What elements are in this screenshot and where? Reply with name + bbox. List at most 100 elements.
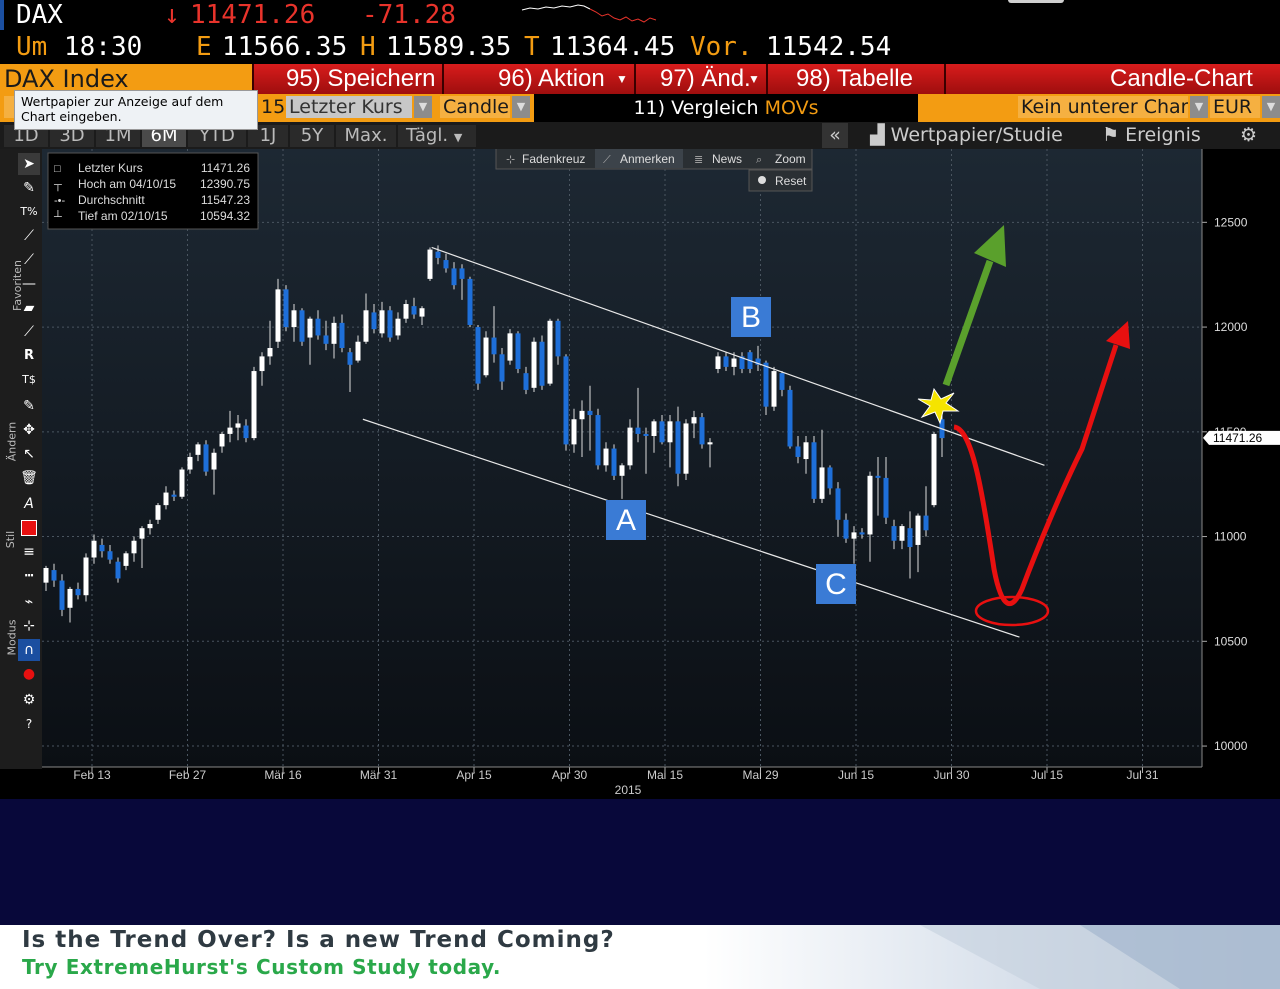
line-style-icon[interactable]: ┅ (18, 565, 40, 587)
candle-body (667, 421, 673, 443)
ad-banner[interactable]: Is the Trend Over? Is a new Trend Coming… (0, 925, 1280, 989)
news-button[interactable]: ≣ News (694, 152, 742, 166)
ad-headline: Is the Trend Over? Is a new Trend Coming… (22, 927, 615, 953)
candle-body (139, 528, 145, 539)
candle-body (907, 528, 913, 548)
annotate-label: Anmerken (620, 152, 675, 166)
period-max-button[interactable]: Max. (336, 125, 396, 147)
compare-button[interactable]: 11) Vergleich MOVs (534, 94, 918, 122)
edit-tool-icon[interactable]: ✎ (18, 395, 40, 417)
color-swatch-icon[interactable] (18, 517, 40, 539)
candle-body (379, 310, 385, 334)
line-weight-icon[interactable]: ≡ (18, 541, 40, 563)
ticker-symbol: DAX (16, 0, 63, 30)
save-button[interactable]: 95) Speichern (286, 64, 435, 94)
annotate-icon: ⟋ (603, 153, 611, 166)
candle-body (691, 417, 697, 424)
candle-body (123, 553, 129, 566)
date-field-suffix[interactable]: 15 (258, 96, 284, 118)
candle (515, 331, 521, 374)
candle-body (547, 320, 553, 384)
header-handle[interactable] (1008, 0, 1064, 3)
candle (427, 247, 433, 281)
select-tool-icon[interactable]: ↖ (18, 443, 40, 465)
security-tooltip: Wertpapier zur Anzeige auf dem Chart ein… (14, 90, 258, 130)
candle-body (339, 322, 345, 349)
label-c-text: C (825, 568, 847, 601)
percent-tool-icon[interactable]: T% (18, 201, 40, 223)
help-icon[interactable]: ? (18, 713, 40, 735)
candle (483, 331, 489, 378)
events-button[interactable]: ⚑ Ereignis (1102, 123, 1201, 148)
price-field-dropdown-icon[interactable]: ▼ (414, 96, 432, 118)
candle-body (811, 442, 817, 499)
price-field-select[interactable]: Letzter Kurs (286, 96, 412, 118)
arrow-line-tool-icon[interactable]: ⟋ (18, 321, 40, 343)
crosshair-mode-icon[interactable]: ⊹ (18, 615, 40, 637)
candle-body (315, 318, 321, 336)
candle-body (331, 322, 337, 344)
currency-select[interactable]: EUR (1210, 96, 1260, 118)
price-tool-icon[interactable]: T$ (18, 369, 40, 391)
settings-gear-icon[interactable]: ⚙ (18, 689, 40, 711)
pointer-tool-icon[interactable]: ➤ (18, 153, 40, 175)
candle-body (491, 337, 497, 355)
candle (467, 276, 473, 328)
open-value: 11566.35 (222, 32, 348, 62)
y-tick-label: 12000 (1214, 320, 1248, 334)
candle (771, 366, 777, 411)
action-button[interactable]: 96) Aktion (498, 64, 605, 94)
news-icon: ≣ (694, 153, 703, 166)
mode-section-label: Modus (5, 619, 19, 656)
candle-body (235, 423, 241, 428)
action-dropdown-icon[interactable]: ▼ (616, 64, 628, 94)
lower-chart-select[interactable]: Kein unterer Chart (1018, 96, 1188, 118)
security-study-button[interactable]: ▟ Wertpapier/Studie (870, 123, 1063, 148)
candle-body (219, 433, 225, 447)
candle-body (371, 312, 377, 330)
style-dropdown-icon[interactable]: ▼ (512, 96, 530, 118)
magnet-mode-icon[interactable]: ∩ (18, 639, 40, 661)
gear-icon[interactable]: ⚙ (1240, 123, 1257, 148)
retracement-tool-icon[interactable]: R (18, 345, 40, 367)
favorites-section-label: Favoriten (10, 260, 24, 311)
candle-body (323, 335, 329, 344)
candle-body (243, 425, 249, 439)
compare-movs: MOVs (764, 97, 819, 119)
ad-subline[interactable]: Try ExtremeHurst's Custom Study today. (22, 955, 501, 979)
move-tool-icon[interactable]: ✥ (18, 419, 40, 441)
legend-box: □ Letzter Kurs 11471.26 ┬ Hoch am 04/10/15 12… (47, 152, 259, 230)
candle-body (347, 352, 353, 365)
candle (251, 366, 257, 441)
period-5y-button[interactable]: 5Y (290, 125, 334, 147)
candle-body (203, 444, 209, 472)
currency-dropdown-icon[interactable]: ▼ (1262, 96, 1280, 118)
collapse-button[interactable]: « (822, 123, 848, 148)
legend-marker-icon: ┴ (53, 209, 62, 223)
style-select[interactable]: Candle (440, 96, 510, 118)
candle-body (75, 588, 81, 596)
trendline-tool-icon[interactable]: ⟋ (18, 225, 40, 247)
candlestick-chart[interactable]: 100001050011000115001200012500 Feb 13Feb… (42, 149, 1280, 799)
eraser-tool-icon[interactable]: ⌁ (18, 591, 40, 613)
candle-body (915, 515, 921, 545)
palette-colors-icon[interactable]: ● (18, 663, 40, 685)
text-style-icon[interactable]: A (18, 493, 40, 515)
candle-body (595, 415, 601, 466)
candle-body (419, 308, 425, 317)
x-tick-label: Mai 29 (742, 768, 778, 782)
candle (531, 337, 537, 393)
candle-body (539, 341, 545, 386)
candle-body (147, 523, 153, 529)
candle-body (411, 306, 417, 315)
open-label: E (196, 32, 212, 62)
trash-icon[interactable]: 🗑 (18, 467, 40, 489)
lower-chart-dropdown-icon[interactable]: ▼ (1190, 96, 1208, 118)
candle-body (603, 448, 609, 466)
legend-value: 11471.26 (201, 161, 250, 175)
interval-select[interactable]: Tägl. ▼ (398, 125, 476, 147)
pencil-tool-icon[interactable]: ✎ (18, 177, 40, 199)
change-dropdown-icon[interactable]: ▼ (748, 64, 760, 94)
table-button[interactable]: 98) Tabelle (796, 64, 913, 94)
change-button[interactable]: 97) Änd. (660, 64, 751, 94)
